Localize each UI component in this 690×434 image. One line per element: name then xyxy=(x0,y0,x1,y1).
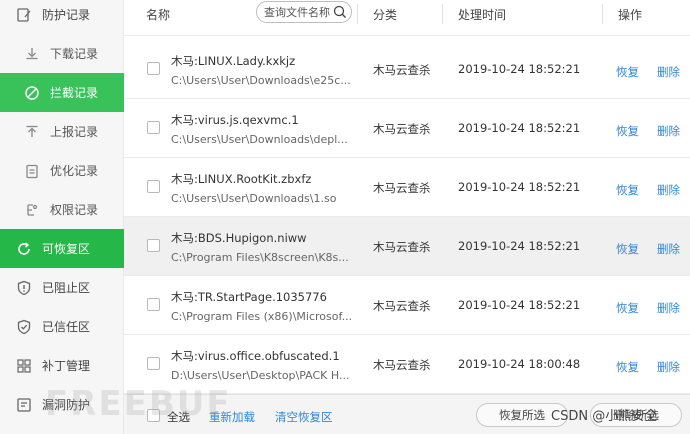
sidebar-item-label: 上报记录 xyxy=(50,125,99,139)
restore-link[interactable]: 恢复 xyxy=(616,359,639,375)
file-path: D:\Users\User\Desktop\PACK H... xyxy=(171,369,350,382)
search-icon[interactable] xyxy=(333,5,347,19)
sidebar-item-recoverable-zone[interactable]: 可恢复区 xyxy=(0,229,124,268)
process-time: 2019-10-24 18:52:21 xyxy=(458,62,581,76)
sidebar-item-permission-log[interactable]: 权限记录 xyxy=(0,190,124,229)
delete-link[interactable]: 删除 xyxy=(657,182,680,198)
shield-alert-icon xyxy=(16,280,32,296)
sidebar-item-label: 权限记录 xyxy=(50,203,99,217)
column-header-time[interactable]: 处理时间 xyxy=(458,0,506,28)
threat-name: 木马:BDS.Hupigon.niww xyxy=(171,231,307,245)
sidebar-item-label: 防护记录 xyxy=(42,8,91,22)
key-icon xyxy=(24,202,40,218)
row-checkbox[interactable] xyxy=(147,180,160,193)
sidebar-item-label: 已阻止区 xyxy=(42,281,91,295)
row-checkbox[interactable] xyxy=(147,298,160,311)
column-divider xyxy=(442,4,443,24)
refresh-icon xyxy=(16,241,32,257)
shield-edit-icon xyxy=(16,7,32,23)
file-path: C:\Program Files\K8screen\K8s... xyxy=(171,251,349,264)
sidebar-item-label: 拦截记录 xyxy=(50,86,99,100)
sidebar-item-label: 已信任区 xyxy=(42,320,91,334)
threat-category: 木马云查杀 xyxy=(373,122,431,136)
row-checkbox[interactable] xyxy=(147,121,160,134)
apps-icon xyxy=(16,358,32,374)
sidebar-item-block-log[interactable]: 拦截记录 xyxy=(0,73,124,112)
threat-name: 木马:virus.js.qexvmc.1 xyxy=(171,113,299,127)
threat-category: 木马云查杀 xyxy=(373,63,431,77)
threat-category: 木马云查杀 xyxy=(373,358,431,372)
sidebar-item-optimize-log[interactable]: 优化记录 xyxy=(0,151,124,190)
table-row[interactable]: 木马:TR.StartPage.1035776 C:\Program Files… xyxy=(124,276,690,335)
download-icon xyxy=(24,46,40,62)
file-path: C:\Users\User\Downloads\e25c... xyxy=(171,74,351,87)
delete-link[interactable]: 删除 xyxy=(657,300,680,316)
process-time: 2019-10-24 18:00:48 xyxy=(458,357,581,371)
restore-link[interactable]: 恢复 xyxy=(616,123,639,139)
sidebar-item-blocked-zone[interactable]: 已阻止区 xyxy=(0,268,124,307)
threat-name: 木马:LINUX.RootKit.zbxfz xyxy=(171,172,312,186)
process-time: 2019-10-24 18:52:21 xyxy=(458,298,581,312)
search-placeholder: 查询文件名称 xyxy=(264,6,330,19)
sidebar-item-report-log[interactable]: 上报记录 xyxy=(0,112,124,151)
row-checkbox[interactable] xyxy=(147,357,160,370)
threat-name: 木马:LINUX.Lady.kxkjz xyxy=(171,54,296,68)
search-input[interactable]: 查询文件名称 xyxy=(256,1,352,23)
restore-link[interactable]: 恢复 xyxy=(616,241,639,257)
column-divider xyxy=(357,4,358,24)
threat-category: 木马云查杀 xyxy=(373,299,431,313)
column-header-action: 操作 xyxy=(618,7,643,22)
column-header-category[interactable]: 分类 xyxy=(373,0,397,28)
column-header-name[interactable]: 名称 xyxy=(146,0,170,28)
sidebar-item-label: 可恢复区 xyxy=(42,242,91,256)
restore-link[interactable]: 恢复 xyxy=(616,64,639,80)
shield-check-icon xyxy=(16,319,32,335)
upload-icon xyxy=(24,124,40,140)
bug-shield-icon xyxy=(16,397,32,413)
file-path: C:\Users\User\Downloads\1.so xyxy=(171,192,337,205)
restore-link[interactable]: 恢复 xyxy=(616,300,639,316)
delete-link[interactable]: 删除 xyxy=(657,241,680,257)
file-path: C:\Program Files (x86)\Microsof... xyxy=(171,310,353,323)
table-header: 名称 查询文件名称 分类 处理时间 操作 xyxy=(124,0,690,36)
sidebar-item-label: 优化记录 xyxy=(50,164,99,178)
row-checkbox[interactable] xyxy=(147,62,160,75)
table-row[interactable]: 木马:LINUX.RootKit.zbxfz C:\Users\User\Dow… xyxy=(124,158,690,217)
sidebar-item-protection-log[interactable]: 防护记录 xyxy=(0,0,124,34)
restore-link[interactable]: 恢复 xyxy=(616,182,639,198)
process-time: 2019-10-24 18:52:21 xyxy=(458,239,581,253)
threat-name: 木马:TR.StartPage.1035776 xyxy=(171,290,327,304)
file-path: C:\Users\User\Downloads\depl... xyxy=(171,133,348,146)
clipboard-icon xyxy=(24,163,40,179)
sidebar-item-trusted-zone[interactable]: 已信任区 xyxy=(0,307,124,346)
sidebar-item-patch-management[interactable]: 补丁管理 xyxy=(0,346,124,385)
threat-category: 木马云查杀 xyxy=(373,181,431,195)
threat-category: 木马云查杀 xyxy=(373,240,431,254)
threat-name: 木马:virus.office.obfuscated.1 xyxy=(171,349,340,363)
sidebar-item-label: 下载记录 xyxy=(50,47,99,61)
sidebar-item-label: 补丁管理 xyxy=(42,359,91,373)
row-checkbox[interactable] xyxy=(147,239,160,252)
block-icon xyxy=(24,85,40,101)
delete-link[interactable]: 删除 xyxy=(657,123,680,139)
table-row[interactable]: 木马:LINUX.Lady.kxkjz C:\Users\User\Downlo… xyxy=(124,40,690,99)
process-time: 2019-10-24 18:52:21 xyxy=(458,180,581,194)
freebuf-watermark: FREEBUF xyxy=(45,384,232,424)
column-divider xyxy=(602,4,603,24)
process-time: 2019-10-24 18:52:21 xyxy=(458,121,581,135)
sidebar-item-download-log[interactable]: 下载记录 xyxy=(0,34,124,73)
delete-link[interactable]: 删除 xyxy=(657,64,680,80)
table-row[interactable]: 木马:virus.js.qexvmc.1 C:\Users\User\Downl… xyxy=(124,99,690,158)
clear-recovery-zone-link[interactable]: 清空恢复区 xyxy=(275,409,333,425)
csdn-watermark: CSDN @小熊安全 xyxy=(551,409,658,424)
delete-link[interactable]: 删除 xyxy=(657,359,680,375)
sidebar: 防护记录 下载记录 拦截记录 上报记录 优化记录 权限记录 可恢复区 已阻止区 … xyxy=(0,0,124,434)
table-row[interactable]: 木马:BDS.Hupigon.niww C:\Program Files\K8s… xyxy=(124,217,690,276)
